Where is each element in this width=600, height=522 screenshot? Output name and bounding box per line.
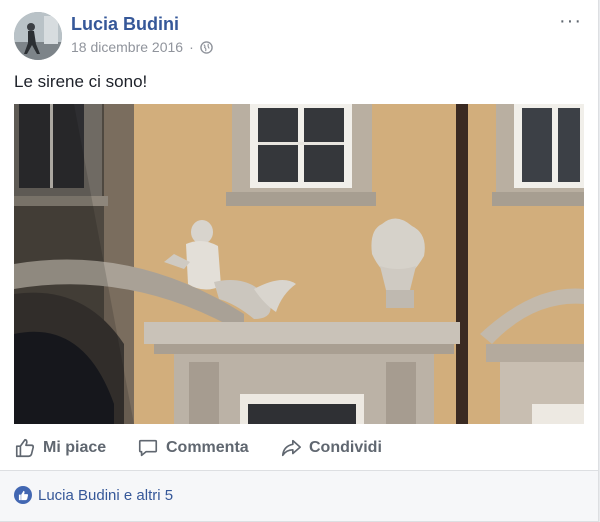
post-actions: Mi piace Commenta Condividi <box>0 428 598 468</box>
author-name[interactable]: Lucia Budini <box>71 14 179 35</box>
like-button[interactable]: Mi piace <box>14 428 106 468</box>
avatar-photo <box>14 12 62 60</box>
post-photo[interactable] <box>14 104 584 424</box>
comment-label: Commenta <box>166 439 249 456</box>
thumbs-up-icon <box>15 438 35 458</box>
post-card: Lucia Budini 18 dicembre 2016 · ··· Le s… <box>0 0 599 522</box>
globe-icon[interactable] <box>199 40 213 54</box>
comment-button[interactable]: Commenta <box>137 428 249 468</box>
like-label: Mi piace <box>43 439 107 456</box>
share-icon <box>281 439 301 457</box>
avatar[interactable] <box>14 12 62 60</box>
more-options-button[interactable]: ··· <box>559 10 582 33</box>
post-meta: 18 dicembre 2016 · <box>71 39 213 55</box>
post-date[interactable]: 18 dicembre 2016 <box>71 39 183 55</box>
comment-icon <box>138 439 158 457</box>
post-text: Le sirene ci sono! <box>14 72 148 91</box>
meta-separator: · <box>189 39 194 55</box>
reactions-text: Lucia Budini e altri 5 <box>38 486 174 504</box>
share-label: Condividi <box>309 439 382 456</box>
share-button[interactable]: Condividi <box>280 428 382 468</box>
like-reaction-icon <box>14 486 32 504</box>
building-facade-image <box>14 104 584 424</box>
reactions-summary[interactable]: Lucia Budini e altri 5 <box>14 486 173 504</box>
